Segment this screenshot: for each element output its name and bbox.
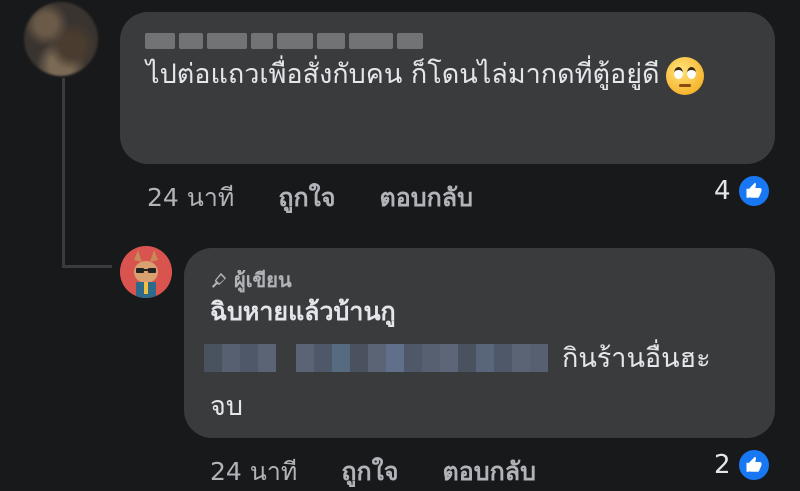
like-button[interactable]: ถูกใจ bbox=[341, 452, 398, 491]
reply-timestamp[interactable]: 24 นาที bbox=[210, 452, 297, 491]
like-count: 4 bbox=[714, 176, 731, 206]
reaction-count[interactable]: 2 bbox=[714, 448, 771, 482]
reply-text-redacted bbox=[204, 344, 276, 372]
thread-connector bbox=[62, 78, 65, 268]
comment-actions: 24 นาที ถูกใจ ตอบกลับ bbox=[147, 178, 473, 218]
reply-button[interactable]: ตอบกลับ bbox=[380, 178, 473, 218]
reply-text-end: กินร้านอื่นฮะ bbox=[562, 343, 711, 374]
thumbs-up-icon bbox=[736, 448, 771, 482]
reply-button[interactable]: ตอบกลับ bbox=[443, 452, 536, 491]
thread-connector-branch bbox=[62, 265, 112, 268]
like-button[interactable]: ถูกใจ bbox=[278, 178, 335, 218]
comment-timestamp[interactable]: 24 นาที bbox=[147, 178, 234, 218]
commenter-name-redacted[interactable] bbox=[145, 28, 445, 54]
reply-actions: 24 นาที ถูกใจ ตอบกลับ bbox=[210, 452, 536, 491]
like-count: 2 bbox=[714, 450, 731, 480]
comment-text: ไปต่อแถวเพื่อสั่งกับคน ก็โดนไล่มากดที่ตู… bbox=[146, 52, 746, 98]
rolling-eyes-emoji-icon bbox=[665, 56, 704, 95]
author-avatar[interactable] bbox=[120, 246, 172, 298]
reply-author-name[interactable]: ฉิบหายแล้วบ้านกู bbox=[210, 292, 396, 332]
reply-text-redacted bbox=[296, 344, 548, 372]
reaction-count[interactable]: 4 bbox=[714, 174, 771, 208]
reply-text-line2: จบ bbox=[210, 391, 243, 422]
thumbs-up-icon bbox=[736, 174, 771, 208]
microphone-icon bbox=[211, 272, 227, 288]
commenter-avatar[interactable] bbox=[24, 2, 98, 76]
